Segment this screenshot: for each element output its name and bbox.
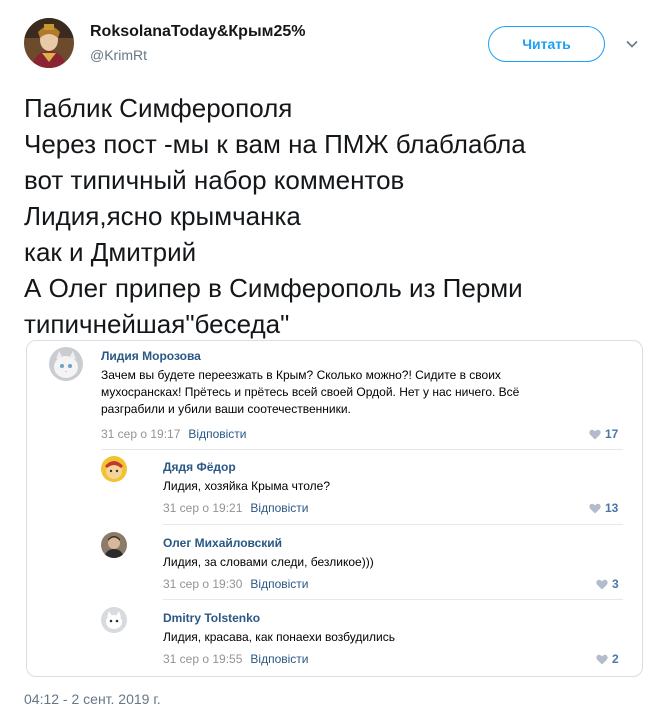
tweet-line: Через пост -мы к вам на ПМЖ блаблабла: [24, 129, 526, 159]
comment-text-line: Лидия, за словами следи, безликое))): [163, 555, 374, 569]
comment-time: 31 сер о 19:17: [101, 427, 181, 441]
tweet-line: Лидия,ясно крымчанка: [24, 201, 301, 231]
reply-link[interactable]: Відповісти: [250, 652, 308, 666]
tweet-header: RoksolanaToday&Крым25% @KrimRt Читать: [24, 16, 644, 76]
reply-link[interactable]: Відповісти: [250, 501, 308, 515]
comment-oleg: Олег Михайловский Лидия, за словами след…: [101, 532, 631, 594]
like-count: 3: [612, 577, 619, 591]
like-count: 2: [612, 652, 619, 666]
heart-icon: [589, 429, 601, 439]
comment-meta: 31 сер о 19:21 Відповісти: [163, 501, 309, 515]
comment-time: 31 сер о 19:21: [163, 501, 243, 515]
like-button[interactable]: 13: [589, 501, 618, 515]
commenter-avatar[interactable]: [101, 532, 127, 558]
comment-text-line: Лидия, хозяйка Крыма чтоле?: [163, 479, 330, 493]
like-button[interactable]: 3: [596, 577, 619, 591]
like-button[interactable]: 17: [589, 427, 618, 441]
commenter-name[interactable]: Олег Михайловский: [163, 536, 282, 550]
like-count: 13: [605, 501, 619, 515]
comment-meta: 31 сер о 19:55 Відповісти: [163, 652, 309, 666]
like-button[interactable]: 2: [596, 652, 619, 666]
comment-meta: 31 сер о 19:30 Відповісти: [163, 577, 309, 591]
attached-image[interactable]: Лидия Морозова Зачем вы будете переезжат…: [26, 340, 643, 677]
tweet-text: Паблик Симферополя Через пост -мы к вам …: [24, 90, 644, 342]
commenter-avatar[interactable]: [101, 607, 127, 633]
commenter-name[interactable]: Dmitry Tolstenko: [163, 611, 260, 625]
heart-icon: [596, 654, 608, 664]
comment-text-line: мухосрансках! Прётесь и прётесь всей сво…: [101, 385, 520, 399]
tweet-line: вот типичный набор комментов: [24, 165, 405, 195]
tweet-line: типичнейшая"беседа": [24, 309, 290, 339]
author-name[interactable]: RoksolanaToday&Крым25%: [90, 23, 305, 41]
commenter-name[interactable]: Лидия Морозова: [101, 349, 201, 363]
heart-icon: [596, 579, 608, 589]
comment-lidia: Лидия Морозова Зачем вы будете переезжат…: [49, 347, 629, 447]
tweet-line: А Олег припер в Симферополь из Перми: [24, 273, 523, 303]
commenter-name[interactable]: Дядя Фёдор: [163, 460, 236, 474]
reply-link[interactable]: Відповісти: [250, 577, 308, 591]
comment-time: 31 сер о 19:30: [163, 577, 243, 591]
like-count: 17: [605, 427, 619, 441]
comment-dmitry: Dmitry Tolstenko Лидия, красава, как пон…: [101, 607, 631, 669]
divider: [163, 524, 623, 525]
comment-meta: 31 сер о 19:17 Відповісти: [101, 427, 247, 441]
author-handle[interactable]: @KrimRt: [90, 47, 147, 63]
comment-text-line: Зачем вы будете переезжать в Крым? Сколь…: [101, 368, 501, 382]
tweet-line: как и Дмитрий: [24, 237, 197, 267]
tweet-timestamp[interactable]: 04:12 - 2 сент. 2019 г.: [24, 691, 161, 707]
comment-text-line: разграбили и убили ваши соотечественники…: [101, 402, 351, 416]
chevron-down-icon[interactable]: [624, 36, 640, 52]
divider: [163, 599, 623, 600]
reply-link[interactable]: Відповісти: [188, 427, 246, 441]
heart-icon: [589, 503, 601, 513]
commenter-avatar[interactable]: [49, 347, 83, 381]
divider: [101, 449, 623, 450]
comment-text-line: Лидия, красава, как понаехи возбудились: [163, 630, 396, 644]
comment-dyadya-fedor: Дядя Фёдор Лидия, хозяйка Крыма чтоле? 3…: [101, 456, 631, 518]
author-avatar[interactable]: [24, 18, 74, 68]
commenter-avatar[interactable]: [101, 456, 127, 482]
tweet-line: Паблик Симферополя: [24, 93, 293, 123]
comment-time: 31 сер о 19:55: [163, 652, 243, 666]
follow-button[interactable]: Читать: [488, 26, 605, 62]
